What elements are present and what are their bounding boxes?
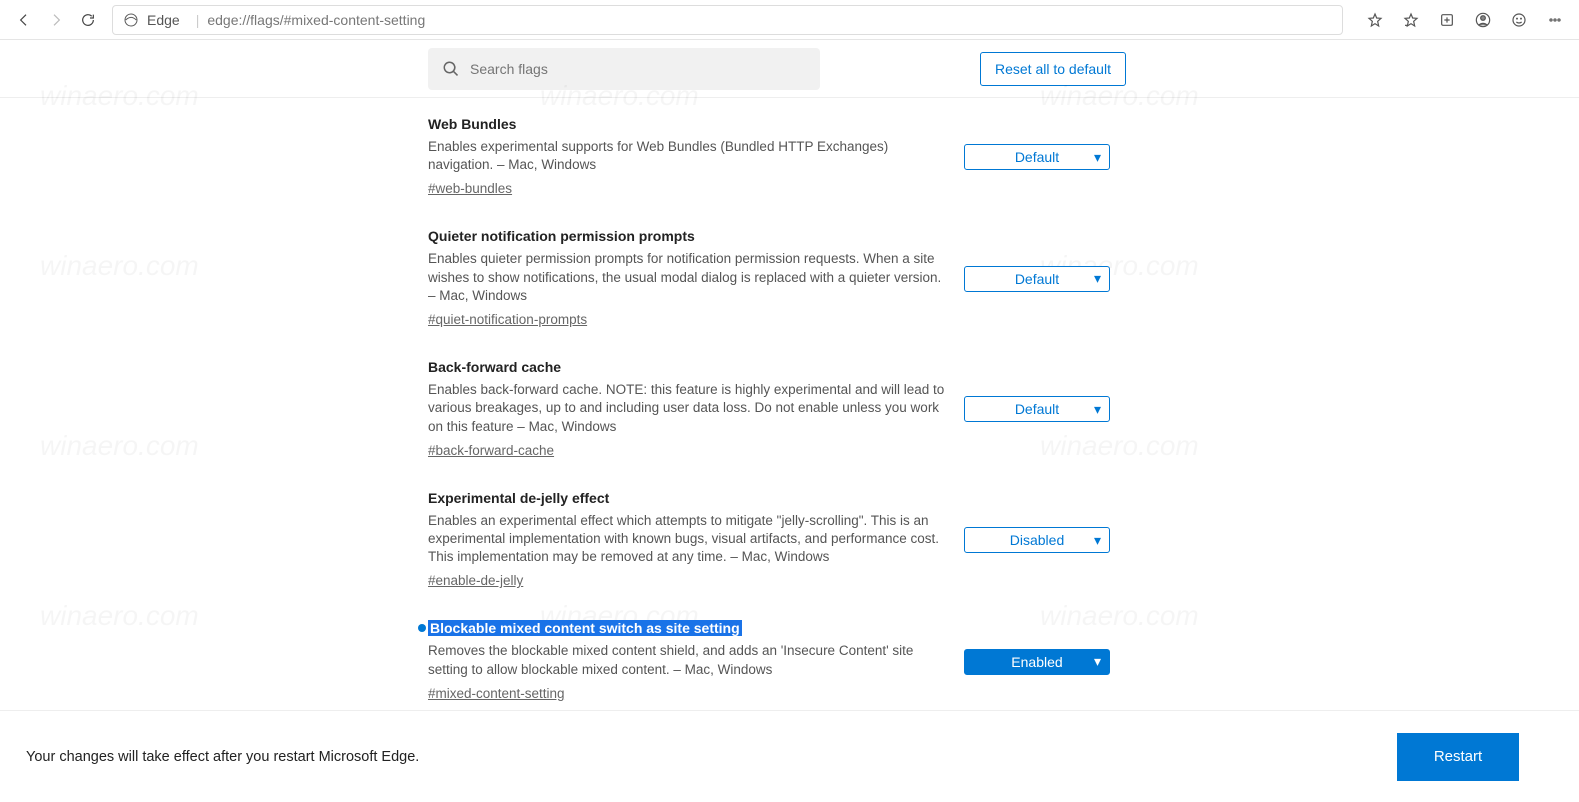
flag-title: Web Bundles <box>428 116 516 132</box>
flag-row-de-jelly: Experimental de-jelly effect Enables an … <box>0 484 1579 597</box>
flag-description: Enables back-forward cache. NOTE: this f… <box>428 381 948 436</box>
flag-select-value: Enabled <box>1011 654 1062 670</box>
back-button[interactable] <box>8 4 40 36</box>
flag-select[interactable]: Disabled ▾ <box>964 527 1110 553</box>
flag-anchor-link[interactable]: #quiet-notification-prompts <box>428 312 587 327</box>
favorite-star-outline-icon[interactable] <box>1359 4 1391 36</box>
flag-anchor-link[interactable]: #mixed-content-setting <box>428 686 565 701</box>
profile-icon[interactable] <box>1467 4 1499 36</box>
refresh-button[interactable] <box>72 4 104 36</box>
more-menu-icon[interactable] <box>1539 4 1571 36</box>
flag-select[interactable]: Default ▾ <box>964 396 1110 422</box>
url-text: edge://flags/#mixed-content-setting <box>207 12 425 28</box>
flag-description: Enables an experimental effect which att… <box>428 512 948 567</box>
edge-icon <box>123 12 139 28</box>
chevron-down-icon: ▾ <box>1094 653 1101 670</box>
flag-row-quiet-notifications: Quieter notification permission prompts … <box>0 222 1579 335</box>
address-bar[interactable]: Edge | edge://flags/#mixed-content-setti… <box>112 5 1343 35</box>
flag-title: Blockable mixed content switch as site s… <box>428 620 742 636</box>
favorites-icon[interactable] <box>1395 4 1427 36</box>
flags-toolbar: Reset all to default <box>0 40 1579 98</box>
reset-all-button[interactable]: Reset all to default <box>980 52 1126 86</box>
search-input[interactable] <box>470 61 806 77</box>
flag-select[interactable]: Enabled ▾ <box>964 649 1110 675</box>
flag-select-value: Default <box>1015 271 1059 287</box>
chevron-down-icon: ▾ <box>1094 270 1101 287</box>
flag-select-value: Disabled <box>1010 532 1064 548</box>
flag-title: Experimental de-jelly effect <box>428 490 609 506</box>
collections-icon[interactable] <box>1431 4 1463 36</box>
flag-title: Back-forward cache <box>428 359 561 375</box>
browser-name-label: Edge <box>147 12 180 28</box>
flag-description: Removes the blockable mixed content shie… <box>428 642 948 678</box>
search-flags-box[interactable] <box>428 48 820 90</box>
footer-message: Your changes will take effect after you … <box>26 749 1397 765</box>
search-icon <box>442 60 460 78</box>
flag-row-mixed-content: Blockable mixed content switch as site s… <box>0 614 1579 708</box>
restart-footer-bar: Your changes will take effect after you … <box>0 710 1579 802</box>
forward-button <box>40 4 72 36</box>
flag-row-web-bundles: Web Bundles Enables experimental support… <box>0 110 1579 204</box>
chrome-right-icons <box>1359 4 1571 36</box>
flag-anchor-link[interactable]: #back-forward-cache <box>428 443 554 458</box>
flag-select[interactable]: Default ▾ <box>964 144 1110 170</box>
flag-anchor-link[interactable]: #web-bundles <box>428 181 512 196</box>
flag-description: Enables experimental supports for Web Bu… <box>428 138 948 174</box>
flag-description: Enables quieter permission prompts for n… <box>428 250 948 305</box>
flag-select-value: Default <box>1015 149 1059 165</box>
flag-title: Quieter notification permission prompts <box>428 228 695 244</box>
chevron-down-icon: ▾ <box>1094 149 1101 166</box>
flag-select-value: Default <box>1015 401 1059 417</box>
flag-row-back-forward-cache: Back-forward cache Enables back-forward … <box>0 353 1579 466</box>
flags-list: Web Bundles Enables experimental support… <box>0 98 1579 710</box>
flag-anchor-link[interactable]: #enable-de-jelly <box>428 573 523 588</box>
browser-chrome-bar: Edge | edge://flags/#mixed-content-setti… <box>0 0 1579 40</box>
restart-button[interactable]: Restart <box>1397 733 1519 781</box>
chevron-down-icon: ▾ <box>1094 401 1101 418</box>
flag-select[interactable]: Default ▾ <box>964 266 1110 292</box>
smiley-feedback-icon[interactable] <box>1503 4 1535 36</box>
chevron-down-icon: ▾ <box>1094 532 1101 549</box>
